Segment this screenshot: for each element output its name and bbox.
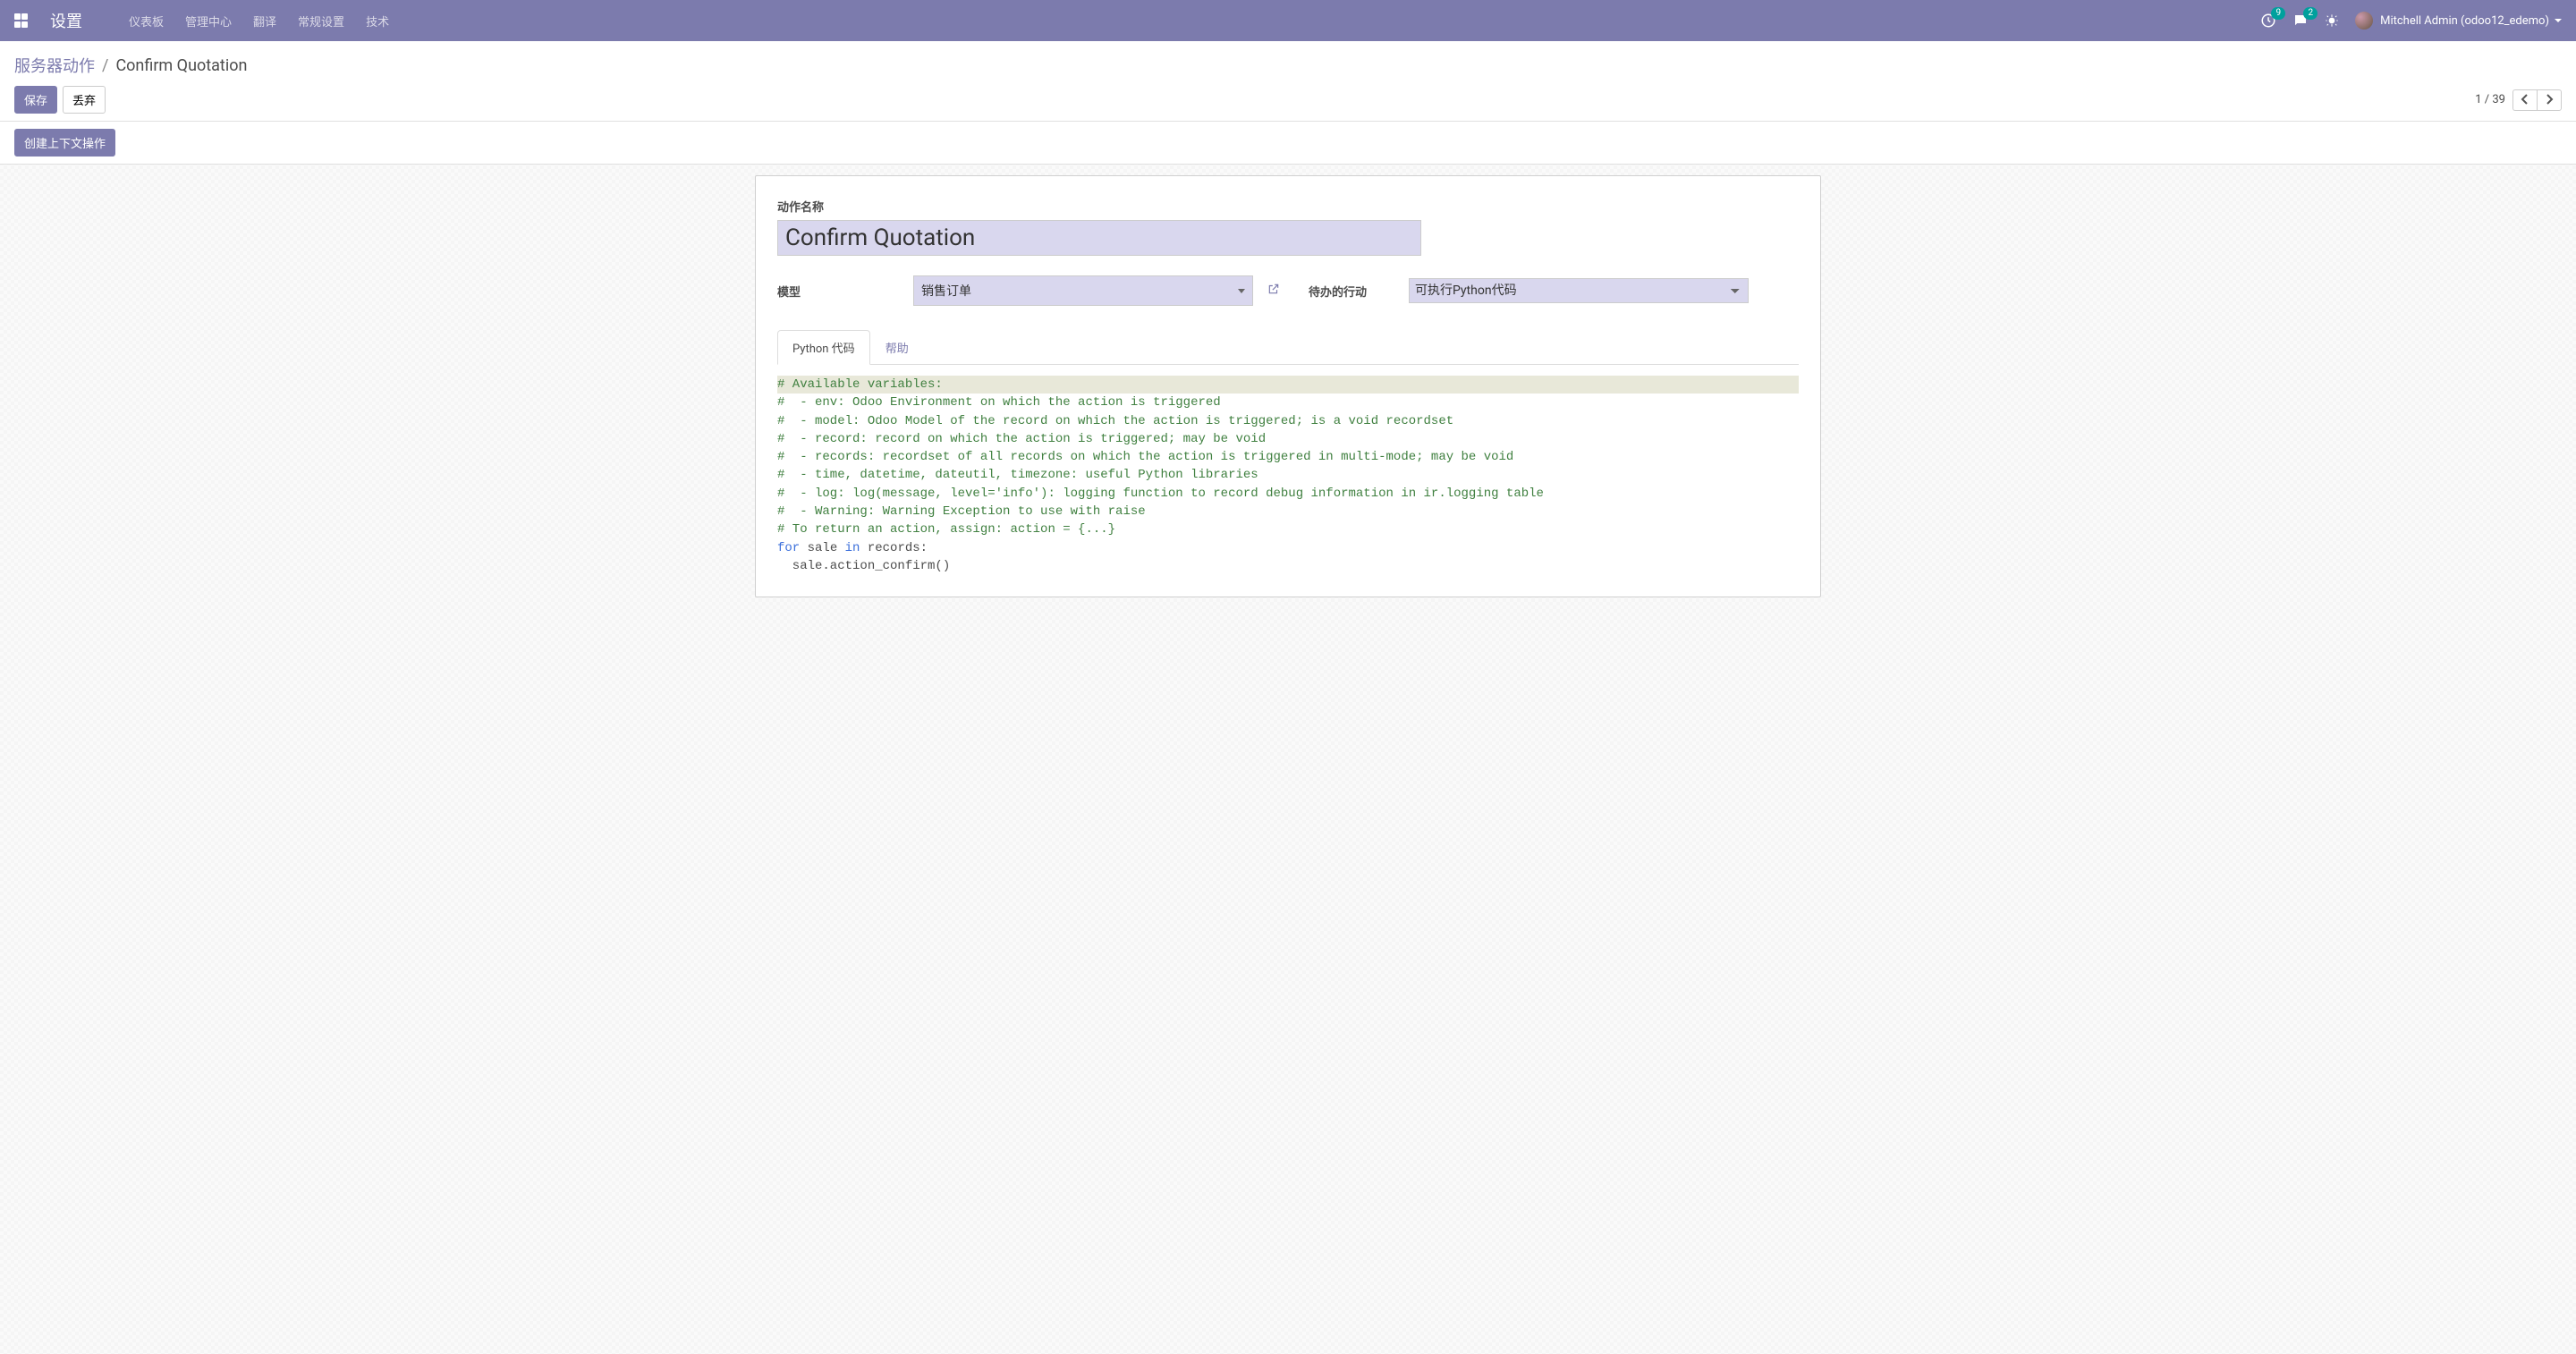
tab-python-code[interactable]: Python 代码 bbox=[777, 330, 870, 365]
save-button[interactable]: 保存 bbox=[14, 86, 57, 114]
breadcrumb-separator: / bbox=[102, 56, 108, 75]
form-sheet: 动作名称 模型 销售订单 待办的行动 可执行Python代码 P bbox=[755, 175, 1821, 597]
model-value: 销售订单 bbox=[921, 282, 971, 300]
discard-button[interactable]: 丢弃 bbox=[63, 86, 106, 114]
apps-icon[interactable] bbox=[14, 13, 29, 28]
pager-value[interactable]: 1 / 39 bbox=[2475, 93, 2505, 106]
app-brand[interactable]: 设置 bbox=[50, 9, 82, 32]
chevron-left-icon bbox=[2521, 94, 2529, 105]
python-code-editor[interactable]: # Available variables:# - env: Odoo Envi… bbox=[777, 376, 1799, 575]
action-todo-select[interactable]: 可执行Python代码 bbox=[1409, 278, 1749, 303]
chevron-down-icon bbox=[2555, 19, 2562, 22]
messages-badge: 2 bbox=[2303, 7, 2318, 20]
breadcrumb-current: Confirm Quotation bbox=[115, 56, 247, 75]
menu-admin[interactable]: 管理中心 bbox=[174, 13, 242, 30]
debug-icon[interactable] bbox=[2325, 13, 2339, 28]
action-bar: 创建上下文操作 bbox=[0, 122, 2576, 165]
messages-icon[interactable]: 2 bbox=[2292, 13, 2309, 29]
chevron-right-icon bbox=[2545, 94, 2554, 105]
model-external-link[interactable] bbox=[1267, 283, 1280, 299]
menu-technical[interactable]: 技术 bbox=[355, 13, 400, 30]
tab-help[interactable]: 帮助 bbox=[870, 330, 924, 365]
activities-badge: 9 bbox=[2271, 7, 2285, 20]
tabs: Python 代码 帮助 bbox=[777, 329, 1799, 365]
pager: 1 / 39 bbox=[2475, 89, 2562, 111]
model-select[interactable]: 销售订单 bbox=[913, 275, 1253, 306]
pager-next-button[interactable] bbox=[2537, 89, 2562, 111]
menu-dashboard[interactable]: 仪表板 bbox=[118, 13, 174, 30]
user-menu[interactable]: Mitchell Admin (odoo12_edemo) bbox=[2355, 12, 2562, 30]
create-context-action-button[interactable]: 创建上下文操作 bbox=[14, 129, 115, 157]
form-area: 动作名称 模型 销售订单 待办的行动 可执行Python代码 P bbox=[0, 165, 2576, 1354]
menu-translations[interactable]: 翻译 bbox=[242, 13, 287, 30]
activities-icon[interactable]: 9 bbox=[2260, 13, 2276, 29]
pager-prev-button[interactable] bbox=[2512, 89, 2537, 111]
external-link-icon bbox=[1267, 283, 1280, 295]
chevron-down-icon bbox=[1238, 289, 1245, 293]
user-name: Mitchell Admin (odoo12_edemo) bbox=[2380, 14, 2549, 28]
action-todo-label: 待办的行动 bbox=[1309, 283, 1398, 300]
action-name-label: 动作名称 bbox=[777, 198, 1799, 215]
menu-general-settings[interactable]: 常规设置 bbox=[287, 13, 355, 30]
breadcrumb-parent[interactable]: 服务器动作 bbox=[14, 54, 95, 77]
breadcrumb: 服务器动作 / Confirm Quotation bbox=[14, 48, 2562, 86]
action-name-input[interactable] bbox=[777, 220, 1421, 256]
top-navbar: 设置 仪表板 管理中心 翻译 常规设置 技术 9 2 Mitchell Admi… bbox=[0, 0, 2576, 41]
avatar bbox=[2355, 12, 2373, 30]
control-panel: 服务器动作 / Confirm Quotation 保存 丢弃 1 / 39 bbox=[0, 41, 2576, 122]
bug-icon bbox=[2325, 13, 2339, 28]
model-label: 模型 bbox=[777, 283, 902, 300]
